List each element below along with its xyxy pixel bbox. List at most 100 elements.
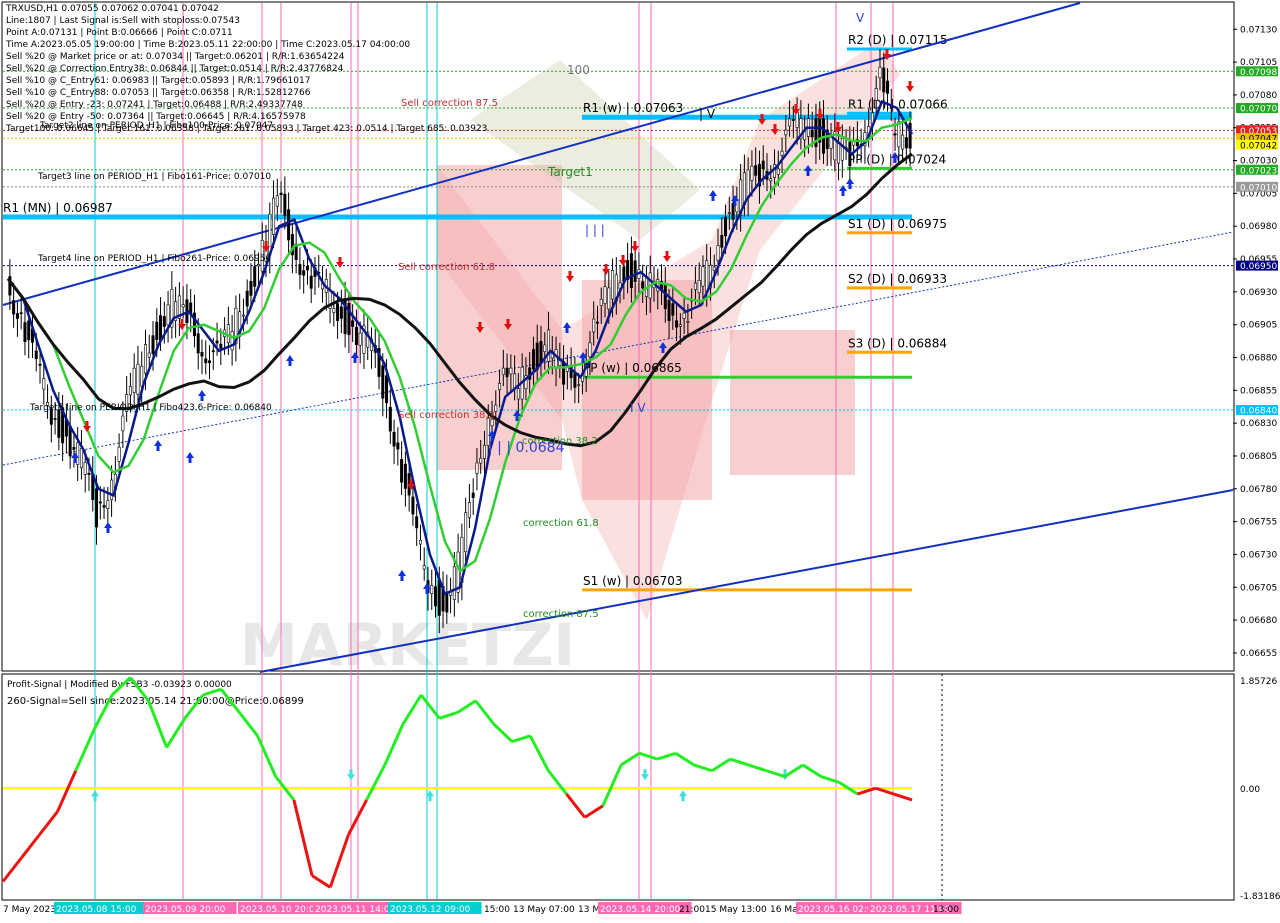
candle-body [908,122,912,149]
candle-body [283,193,287,216]
x-tick-label: 13:00 [933,905,959,915]
candle-body [275,195,279,207]
y-tick-label: 0.06855 [1240,386,1277,396]
candle-body [102,505,106,508]
candle-body [878,66,882,79]
candle-body [388,406,392,432]
chart-annotation: | | | [585,223,605,237]
price-badge-label: 0.07042 [1240,141,1277,151]
candle-body [42,378,46,390]
y-tick-label: 0.06680 [1240,616,1277,626]
candle-body [159,315,163,341]
candle-body [671,303,675,316]
y-tick-label: 0.07130 [1240,25,1277,35]
candle-body [166,304,170,326]
candle-body [592,318,596,333]
candle-body [633,260,637,282]
candle-body [840,138,844,161]
candle-body [750,165,754,181]
candle-body [810,129,814,138]
candle-body [437,579,441,616]
candle-body [400,459,404,483]
candle-body [501,367,505,375]
y-tick-label: 0.07080 [1240,91,1277,101]
candle-body [385,375,389,404]
chart-root: MARKETZI R2 (D) | 0.07115R1 (D) | 0.0706… [0,0,1280,920]
x-tick-label: 13 May 07:00 [513,905,575,915]
price-badge-label: 0.07070 [1240,105,1277,115]
candle-body [121,415,125,432]
indicator-y-label: 1.85726 [1240,677,1277,687]
candle-body [893,133,897,136]
candle-body [147,352,151,358]
candle-body [396,442,400,450]
y-tick-label: 0.06705 [1240,583,1277,593]
candle-body [155,321,159,340]
candle-body [577,384,581,387]
candle-body [603,286,607,304]
info-line: Target100: 0.06645 | Target 161: 0.06358… [6,124,488,134]
candle-body [467,502,471,518]
pivot-level-label: S3 (D) | 0.06884 [848,336,947,350]
candle-body [471,492,475,498]
info-line: Sell %20 @ Market price or at: 0.07034 |… [6,52,345,62]
candle-body [196,333,200,354]
candle-body [539,341,543,363]
candle-body [886,80,890,94]
candle-body [475,462,479,474]
y-tick-label: 0.06730 [1240,550,1277,560]
candle-body [151,335,155,354]
x-tick-label: 7 May 2023 [3,905,56,915]
candle-body [904,137,908,149]
candle-body [181,304,185,308]
chart-annotation: Sell correction 61.8 [398,262,495,273]
x-tick-label: 2023.05.11 14:00 [315,905,396,915]
candle-body [837,143,841,164]
info-line: Point A:0.07131 | Point B:0.06666 | Poin… [6,28,233,38]
candle-body [422,565,426,570]
y-tick-label: 0.06980 [1240,222,1277,232]
candle-body [136,363,140,395]
candle-body [791,119,795,121]
candle-body [230,331,234,351]
candle-body [595,321,599,324]
candle-body [98,501,102,504]
candle-body [106,500,110,510]
candle-body [245,290,249,307]
y-tick-label: 0.06905 [1240,321,1277,331]
info-line: Sell %20 @ Correction Entry38: 0.06844 |… [6,64,344,74]
candle-body [143,344,147,374]
x-tick-label: 15:00 [484,905,510,915]
candle-body [68,425,72,457]
candle-body [727,212,731,214]
pivot-level-label: PP (w) | 0.06865 [583,361,682,375]
indicator-y-label: -1.83186 [1240,892,1280,902]
candle-body [332,308,336,313]
candle-body [829,136,833,149]
candle-body [516,388,520,400]
x-tick-label: 2023.05.10 20:00 [240,905,321,915]
candle-body [456,551,460,593]
candle-body [494,404,498,412]
candle-body [531,349,535,370]
candle-body [162,316,166,327]
candle-body [204,358,208,364]
candle-body [445,592,449,613]
candle-body [298,264,302,275]
candle-body [874,88,878,101]
candle-body [57,409,61,438]
chart-annotation: | V [699,107,716,121]
candle-body [381,365,385,399]
chart-annotation: I V [630,401,646,415]
chart-annotation: Target4 line on PERIOD_H1 | Fibo261-Pric… [37,254,271,264]
info-line: Line:1807 | Last Signal is:Sell with sto… [6,16,240,26]
candle-body [776,168,780,175]
candle-body [509,367,513,375]
candle-body [351,320,355,327]
candle-body [686,321,690,323]
y-tick-label: 0.06880 [1240,354,1277,364]
y-tick-label: 0.06780 [1240,485,1277,495]
candle-body [76,442,80,465]
candle-body [23,322,27,342]
candle-body [430,585,434,594]
